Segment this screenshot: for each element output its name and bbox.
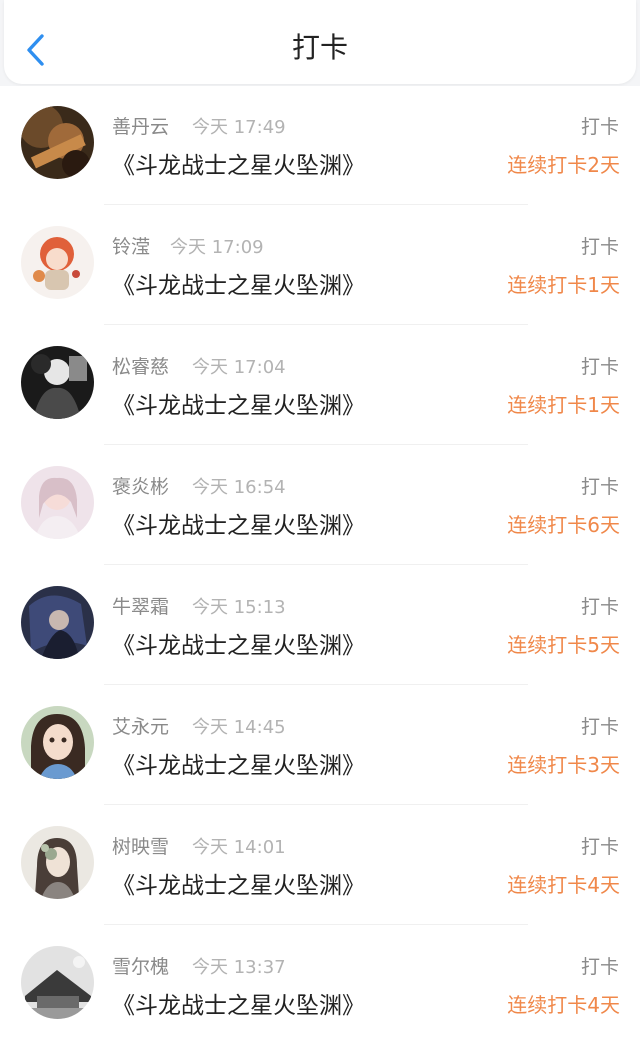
book-title[interactable]: 《斗龙战士之星火坠渊》 (112, 626, 365, 660)
list-item[interactable]: 松睿慈 今天 17:04 《斗龙战士之星火坠渊》 打卡 连续打卡1天 (0, 326, 640, 446)
divider (104, 804, 528, 805)
book-title[interactable]: 《斗龙战士之星火坠渊》 (112, 266, 365, 300)
checkin-label: 打卡 (580, 956, 619, 978)
user-name[interactable]: 褒炎彬 (112, 472, 169, 499)
checkin-time: 今天 15:13 (192, 597, 286, 618)
streak-label: 连续打卡2天 (507, 153, 620, 177)
streak-label: 连续打卡4天 (507, 873, 620, 897)
divider (104, 204, 528, 205)
list-item[interactable]: 艾永元 今天 14:45 《斗龙战士之星火坠渊》 打卡 连续打卡3天 (0, 686, 640, 806)
top-bar: 打卡 (4, 0, 636, 84)
list-item[interactable]: 牛翠霜 今天 15:13 《斗龙战士之星火坠渊》 打卡 连续打卡5天 (0, 566, 640, 686)
checkin-label: 打卡 (580, 716, 619, 738)
book-title[interactable]: 《斗龙战士之星火坠渊》 (112, 146, 365, 180)
divider (104, 924, 528, 925)
streak-label: 连续打卡6天 (507, 513, 620, 537)
user-name[interactable]: 树映雪 (112, 832, 169, 859)
user-name[interactable]: 牛翠霜 (112, 592, 169, 619)
avatar[interactable] (21, 826, 94, 899)
avatar[interactable] (21, 946, 94, 1019)
book-title[interactable]: 《斗龙战士之星火坠渊》 (112, 506, 365, 540)
avatar[interactable] (21, 226, 94, 299)
avatar[interactable] (21, 466, 94, 539)
streak-label: 连续打卡4天 (507, 993, 620, 1017)
divider (104, 444, 528, 445)
user-name[interactable]: 铃滢 (112, 232, 150, 259)
checkin-list: 善丹云 今天 17:49 《斗龙战士之星火坠渊》 打卡 连续打卡2天 铃滢 今天… (0, 86, 640, 1054)
streak-label: 连续打卡1天 (507, 273, 620, 297)
user-name[interactable]: 善丹云 (112, 112, 169, 139)
checkin-time: 今天 14:01 (192, 837, 286, 858)
checkin-time: 今天 17:09 (170, 237, 264, 258)
list-item[interactable]: 铃滢 今天 17:09 《斗龙战士之星火坠渊》 打卡 连续打卡1天 (0, 206, 640, 326)
divider (104, 564, 528, 565)
checkin-label: 打卡 (580, 596, 619, 618)
list-item[interactable]: 褒炎彬 今天 16:54 《斗龙战士之星火坠渊》 打卡 连续打卡6天 (0, 446, 640, 566)
checkin-label: 打卡 (580, 116, 619, 138)
checkin-label: 打卡 (580, 836, 619, 858)
checkin-time: 今天 14:45 (192, 717, 286, 738)
user-name[interactable]: 松睿慈 (112, 352, 169, 379)
book-title[interactable]: 《斗龙战士之星火坠渊》 (112, 986, 365, 1020)
divider (104, 684, 528, 685)
user-name[interactable]: 雪尔槐 (112, 952, 169, 979)
list-item[interactable]: 树映雪 今天 14:01 《斗龙战士之星火坠渊》 打卡 连续打卡4天 (0, 806, 640, 926)
checkin-label: 打卡 (580, 356, 619, 378)
user-name[interactable]: 艾永元 (112, 712, 169, 739)
checkin-time: 今天 16:54 (192, 477, 286, 498)
checkin-label: 打卡 (580, 476, 619, 498)
book-title[interactable]: 《斗龙战士之星火坠渊》 (112, 866, 365, 900)
book-title[interactable]: 《斗龙战士之星火坠渊》 (112, 386, 365, 420)
page-title: 打卡 (291, 31, 348, 64)
streak-label: 连续打卡3天 (507, 753, 620, 777)
avatar[interactable] (21, 346, 94, 419)
divider (104, 324, 528, 325)
streak-label: 连续打卡1天 (507, 393, 620, 417)
checkin-time: 今天 17:49 (192, 117, 286, 138)
checkin-time: 今天 13:37 (192, 957, 286, 978)
avatar[interactable] (21, 106, 94, 179)
avatar[interactable] (21, 586, 94, 659)
avatar[interactable] (21, 706, 94, 779)
list-item[interactable]: 善丹云 今天 17:49 《斗龙战士之星火坠渊》 打卡 连续打卡2天 (0, 86, 640, 206)
list-item[interactable]: 雪尔槐 今天 13:37 《斗龙战士之星火坠渊》 打卡 连续打卡4天 (0, 926, 640, 1046)
streak-label: 连续打卡5天 (507, 633, 620, 657)
book-title[interactable]: 《斗龙战士之星火坠渊》 (112, 746, 365, 780)
checkin-time: 今天 17:04 (192, 357, 286, 378)
checkin-label: 打卡 (580, 236, 619, 258)
